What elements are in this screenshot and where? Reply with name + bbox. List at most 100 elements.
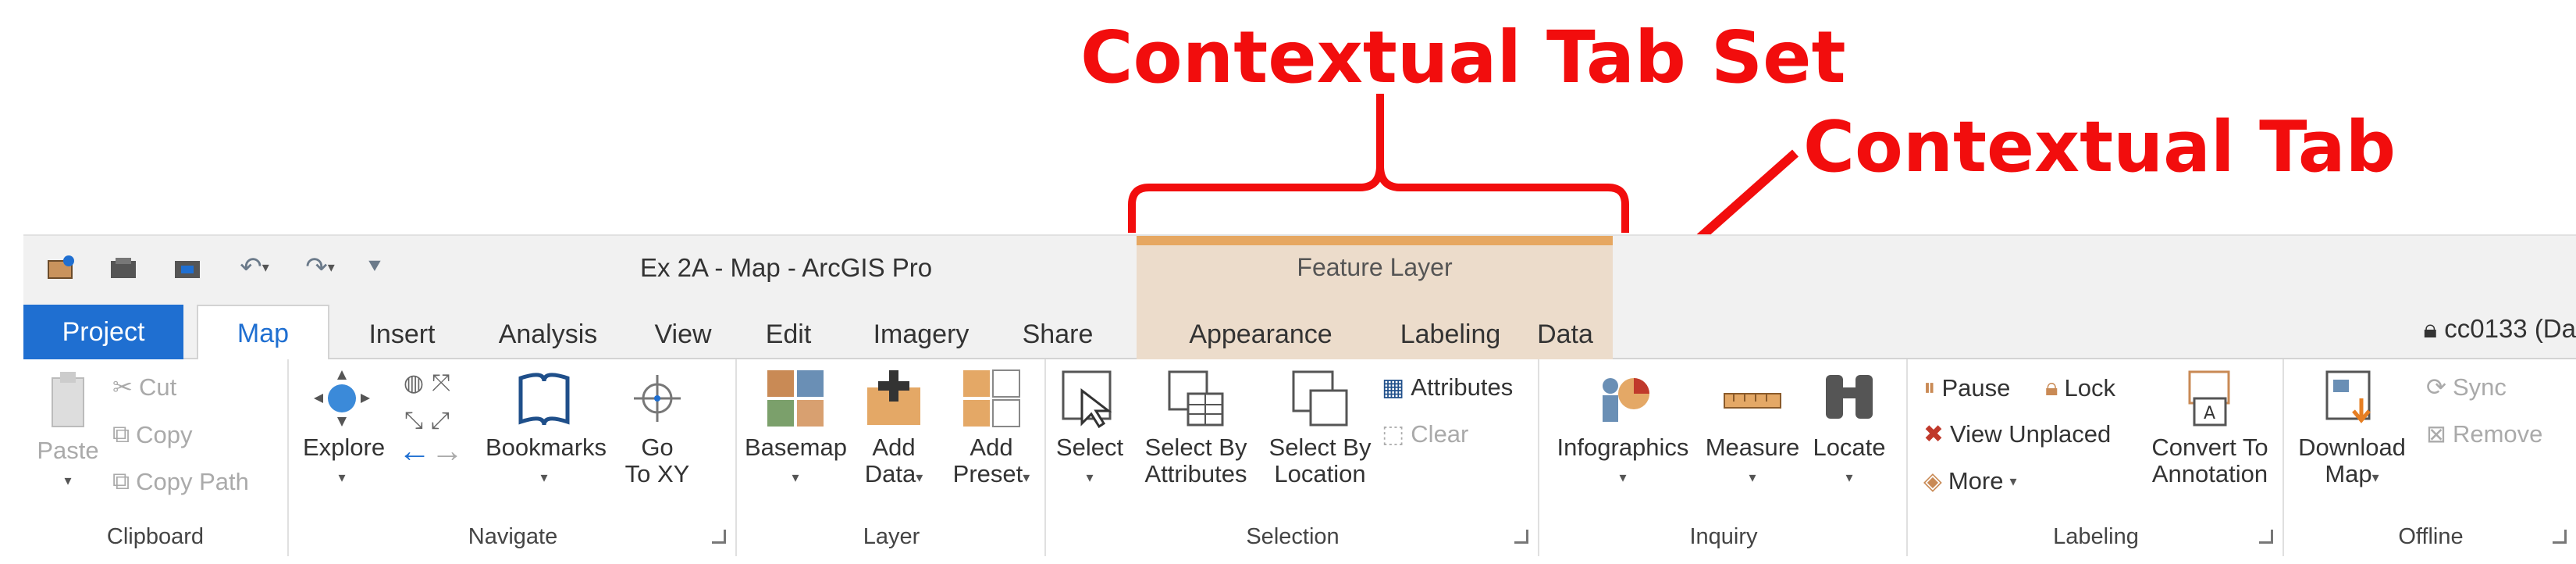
ribbon-body: Paste ▾ ✂ Cut ⧉ Copy ⧉ Copy Path Clipboard E…	[23, 359, 2576, 556]
infographics-icon	[1603, 378, 1649, 422]
explore-button[interactable]: Explore ▾	[303, 367, 385, 491]
save-project-icon[interactable]	[169, 252, 206, 283]
cut-button[interactable]: ✂ Cut	[112, 373, 176, 402]
view-unplaced-icon: ✖	[1923, 420, 1944, 448]
tab-data[interactable]: Data	[1522, 311, 1608, 358]
group-label-offline: Offline	[2398, 524, 2464, 549]
user-icon: 🔒︎	[2423, 314, 2438, 343]
sync-icon: ⟳	[2426, 373, 2446, 401]
contextual-tab-set-title: Feature Layer	[1297, 253, 1453, 281]
user-name: cc0133 (Da	[2444, 314, 2576, 343]
basemap-icon	[767, 370, 824, 427]
full-extent-icon[interactable]: ⤡⤢	[384, 408, 478, 434]
copy-path-button[interactable]: ⧉ Copy Path	[112, 467, 249, 496]
more-labeling-icon: ◈	[1923, 467, 1942, 494]
new-project-icon[interactable]	[42, 252, 80, 283]
contextual-tab-set-bracket	[1128, 94, 1629, 233]
group-labeling: ⏸ Pause 🔒︎ Lock ✖ View Unplaced ◈ More ▾ A Co…	[1909, 359, 2284, 556]
tab-share[interactable]: Share	[999, 311, 1116, 358]
download-map-button[interactable]: Download Map▾	[2293, 367, 2411, 491]
measure-button[interactable]: Measure ▾	[1702, 367, 1803, 491]
add-data-button[interactable]: Add Data▾	[851, 367, 937, 491]
tab-appearance[interactable]: Appearance	[1147, 311, 1374, 358]
lock-labels-icon: 🔒︎	[2045, 373, 2058, 401]
customize-qat-icon[interactable]: ⯆	[359, 252, 390, 283]
contextual-tab-set-accent	[1137, 236, 1613, 245]
group-layer: Basemap ▾ Add Data▾ Add Preset▾ Layer	[738, 359, 1046, 556]
download-map-icon	[2325, 370, 2371, 423]
locate-button[interactable]: Locate ▾	[1806, 367, 1892, 491]
tab-project[interactable]: Project	[23, 305, 183, 359]
lock-button[interactable]: 🔒︎ Lock	[2045, 373, 2115, 402]
sync-button[interactable]: ⟳ Sync	[2426, 373, 2507, 402]
more-button[interactable]: ◈ More ▾	[1923, 467, 2017, 495]
group-label-labeling: Labeling	[2053, 524, 2139, 549]
copy-button[interactable]: ⧉ Copy	[112, 420, 193, 449]
infographics-button[interactable]: Infographics ▾	[1549, 367, 1697, 491]
pause-labels-icon: ⏸	[1923, 373, 1936, 401]
group-label-clipboard: Clipboard	[106, 524, 205, 549]
open-project-icon[interactable]	[105, 252, 142, 283]
group-label-layer: Layer	[863, 524, 920, 549]
attributes-button[interactable]: ▦ Attributes	[1382, 373, 1513, 402]
previous-extent-icon[interactable]: ←→	[384, 434, 478, 467]
go-to-xy-icon	[634, 375, 681, 422]
navigate-small-tools: ◍⤧ ⤡⤢ ←→	[384, 370, 478, 467]
group-label-selection: Selection	[1246, 524, 1340, 549]
tab-insert[interactable]: Insert	[343, 311, 461, 358]
select-button[interactable]: Select ▾	[1051, 367, 1129, 491]
group-navigate: Explore ▾ ◍⤧ ⤡⤢ ←→ Bookmarks ▾ Go To XY Nav…	[290, 359, 737, 556]
window-title: Ex 2A - Map - ArcGIS Pro	[640, 253, 933, 282]
clear-selection-icon: ⬚	[1382, 420, 1405, 448]
tab-imagery[interactable]: Imagery	[851, 311, 991, 358]
add-preset-button[interactable]: Add Preset▾	[945, 367, 1038, 491]
selection-dialog-launcher-icon[interactable]	[1514, 530, 1528, 544]
select-icon	[1062, 370, 1112, 429]
measure-icon	[1724, 393, 1781, 409]
select-by-location-button[interactable]: Select By Location	[1261, 367, 1379, 487]
bookmarks-icon	[518, 373, 570, 426]
tab-view[interactable]: View	[632, 311, 734, 358]
tab-labeling[interactable]: Labeling	[1380, 311, 1521, 358]
offline-dialog-launcher-icon[interactable]	[2553, 530, 2567, 544]
group-label-navigate: Navigate	[468, 524, 558, 549]
group-inquiry: Infographics ▾ Measure ▾ Locate ▾ Inquiry	[1541, 359, 1908, 556]
go-to-xy-button[interactable]: Go To XY	[618, 367, 696, 487]
group-label-inquiry: Inquiry	[1689, 524, 1758, 549]
group-clipboard: Paste ▾ ✂ Cut ⧉ Copy ⧉ Copy Path Clipboard	[23, 359, 289, 556]
paste-icon	[52, 372, 84, 427]
bookmarks-button[interactable]: Bookmarks ▾	[486, 367, 607, 491]
tab-analysis[interactable]: Analysis	[470, 311, 626, 358]
redo-icon[interactable]: ↷ ▾	[297, 252, 343, 283]
basemap-button[interactable]: Basemap ▾	[745, 367, 847, 491]
attributes-table-icon: ▦	[1382, 373, 1405, 401]
labeling-dialog-launcher-icon[interactable]	[2259, 530, 2273, 544]
view-unplaced-button[interactable]: ✖ View Unplaced	[1923, 420, 2111, 448]
add-preset-icon	[963, 369, 1020, 427]
undo-icon[interactable]: ↶ ▾	[231, 252, 278, 283]
cut-icon: ✂	[112, 373, 133, 401]
select-by-location-icon	[1292, 370, 1348, 427]
tab-edit[interactable]: Edit	[742, 311, 835, 358]
paste-button[interactable]: Paste ▾	[33, 367, 103, 494]
clear-button[interactable]: ⬚ Clear	[1382, 420, 1468, 448]
svg-text:A: A	[2204, 404, 2215, 423]
globe-icon[interactable]: ◍⤧	[384, 370, 478, 397]
group-offline: Download Map▾ ⟳ Sync ⊠ Remove Offline	[2286, 359, 2576, 556]
tab-map[interactable]: Map	[197, 305, 329, 361]
ribbon: Feature Layer Ex 2A - Map - ArcGIS Pro ↶…	[23, 234, 2576, 556]
pause-button[interactable]: ⏸ Pause	[1923, 373, 2010, 402]
add-data-icon	[867, 370, 920, 425]
screenshot-root: { "annotations":{"contextual_tab_set":"C…	[0, 0, 2576, 564]
copy-icon: ⧉	[112, 420, 130, 448]
remove-icon: ⊠	[2426, 420, 2446, 448]
user-account[interactable]: 🔒︎ cc0133 (Da	[2424, 314, 2576, 344]
locate-icon	[1826, 375, 1873, 419]
group-selection: Select ▾ Select By Attributes Select By Loc…	[1048, 359, 1539, 556]
navigate-dialog-launcher-icon[interactable]	[712, 530, 726, 544]
convert-to-annotation-button[interactable]: A Convert To Annotation	[2144, 367, 2276, 487]
convert-to-annotation-icon: A	[2188, 370, 2230, 427]
remove-button[interactable]: ⊠ Remove	[2426, 420, 2542, 448]
explore-icon	[314, 370, 370, 427]
select-by-attributes-button[interactable]: Select By Attributes	[1133, 367, 1258, 487]
